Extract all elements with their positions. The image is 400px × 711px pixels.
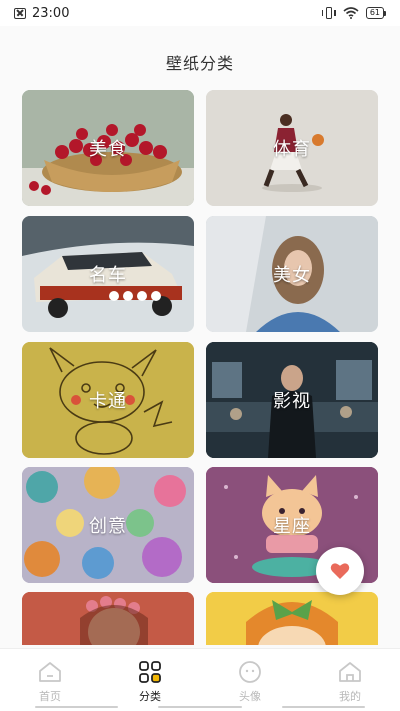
category-label: 美食 bbox=[89, 139, 127, 160]
bottom-tab-bar: 首页 分类 头像 我的 bbox=[0, 648, 400, 711]
tab-mine[interactable]: 我的 bbox=[300, 649, 400, 711]
category-label: 星座 bbox=[273, 516, 311, 537]
favorite-heart-button[interactable] bbox=[316, 547, 364, 595]
tab-label: 分类 bbox=[139, 690, 161, 703]
girl-with-flower-crown-image bbox=[22, 592, 194, 645]
cartoon-girl-with-bow-image bbox=[206, 592, 378, 645]
category-card-10[interactable] bbox=[206, 592, 378, 645]
category-label: 影视 bbox=[273, 391, 311, 412]
category-card-food[interactable]: 美食 bbox=[22, 90, 194, 206]
system-nav-indicator bbox=[35, 706, 365, 709]
battery-level: 61 bbox=[365, 7, 384, 19]
status-bar: 23:00 61 bbox=[0, 0, 400, 26]
category-label: 创意 bbox=[89, 516, 127, 537]
category-label: 名车 bbox=[89, 265, 127, 286]
category-card-cars[interactable]: 名车 bbox=[22, 216, 194, 332]
category-card-cartoon[interactable]: 卡通 bbox=[22, 342, 194, 458]
category-card-sports[interactable]: 体育 bbox=[206, 90, 378, 206]
tab-category[interactable]: 分类 bbox=[100, 649, 200, 711]
tab-label: 我的 bbox=[339, 690, 361, 703]
category-label: 美女 bbox=[273, 265, 311, 286]
category-card-film[interactable]: 影视 bbox=[206, 342, 378, 458]
home-icon bbox=[37, 659, 63, 685]
tab-label: 首页 bbox=[39, 690, 61, 703]
category-label: 体育 bbox=[273, 139, 311, 160]
battery-icon: 61 bbox=[365, 7, 386, 19]
app-screen: 23:00 61 壁纸分类 美食 体育 名车 美女 卡通 影视 创意 星座 首页… bbox=[0, 0, 400, 711]
category-label: 卡通 bbox=[89, 391, 127, 412]
category-card-creative[interactable]: 创意 bbox=[22, 467, 194, 583]
category-grid-icon bbox=[137, 659, 163, 685]
no-sim-icon bbox=[14, 7, 26, 19]
vibrate-icon bbox=[321, 7, 336, 19]
profile-home-icon bbox=[337, 659, 363, 685]
tab-avatar[interactable]: 头像 bbox=[200, 649, 300, 711]
category-card-9[interactable] bbox=[22, 592, 194, 645]
status-time: 23:00 bbox=[32, 5, 70, 21]
wifi-icon bbox=[343, 7, 359, 19]
heart-icon bbox=[330, 563, 350, 579]
tab-label: 头像 bbox=[239, 690, 261, 703]
category-card-beauty[interactable]: 美女 bbox=[206, 216, 378, 332]
tab-home[interactable]: 首页 bbox=[0, 649, 100, 711]
page-title: 壁纸分类 bbox=[165, 54, 234, 73]
avatar-icon bbox=[237, 659, 263, 685]
